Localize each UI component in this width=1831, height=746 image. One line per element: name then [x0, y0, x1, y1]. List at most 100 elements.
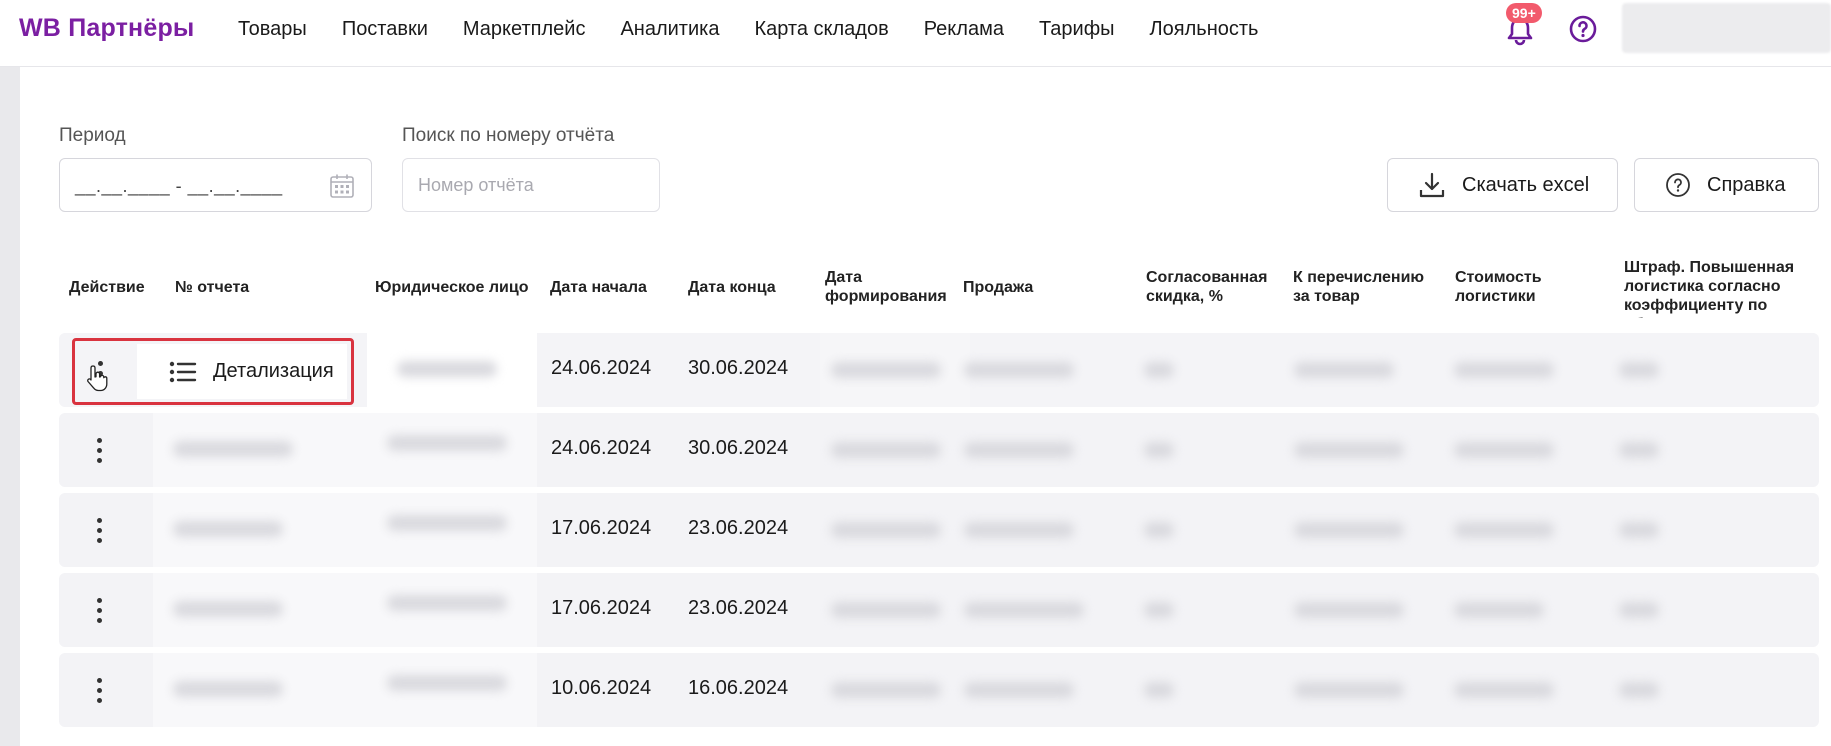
col-header-end-date[interactable]: Дата конца — [688, 278, 776, 297]
end-date: 30.06.2024 — [688, 437, 789, 459]
row-actions-menu-icon[interactable] — [87, 670, 111, 710]
col-header-start-date[interactable]: Дата начала — [550, 278, 647, 297]
row-action-popup-highlight: Детализация — [72, 338, 354, 405]
start-date: 17.06.2024 — [551, 517, 652, 539]
blurred-value — [1144, 682, 1174, 698]
nav-item-tariffs[interactable]: Тарифы — [1039, 18, 1115, 41]
col-header-action: Действие — [69, 279, 145, 296]
calendar-icon[interactable] — [329, 173, 355, 199]
download-excel-label: Скачать excel — [1462, 173, 1590, 196]
blurred-value — [831, 602, 941, 618]
legal-entity-cell — [367, 333, 537, 407]
blurred-value — [831, 362, 941, 378]
question-icon — [1666, 173, 1690, 197]
legal-entity-cell — [367, 493, 537, 567]
table-row[interactable]: 17.06.2024 23.06.2024 — [59, 573, 1819, 647]
top-navigation-bar: WB Партнёры Товары Поставки Маркетплейс … — [0, 0, 1831, 67]
list-icon — [169, 361, 197, 382]
nav-item-analytics[interactable]: Аналитика — [620, 18, 719, 41]
blurred-value — [831, 442, 941, 458]
report-number-input[interactable] — [403, 159, 659, 211]
blurred-value — [1454, 362, 1554, 378]
nav-item-supplies[interactable]: Поставки — [342, 18, 428, 41]
table-row[interactable]: 17.06.2024 23.06.2024 — [59, 493, 1819, 567]
row-actions-menu-icon[interactable] — [87, 590, 111, 630]
blurred-value — [173, 601, 283, 617]
blurred-value — [1619, 522, 1659, 538]
blurred-value — [173, 521, 283, 537]
start-date: 10.06.2024 — [551, 677, 652, 699]
nav-item-marketplace[interactable]: Маркетплейс — [463, 18, 586, 41]
blurred-value — [1619, 362, 1659, 378]
detail-menu-label: Детализация — [213, 360, 334, 382]
blurred-value — [964, 362, 1074, 378]
report-number-cell — [153, 413, 367, 487]
row-actions-menu-icon[interactable] — [87, 430, 111, 470]
blurred-value — [1454, 442, 1554, 458]
blurred-value — [1454, 682, 1554, 698]
table-row[interactable]: 10.06.2024 16.06.2024 — [59, 653, 1819, 727]
blurred-value — [1454, 602, 1544, 618]
report-number-cell — [153, 493, 367, 567]
blurred-value — [831, 682, 941, 698]
blurred-value — [387, 435, 507, 451]
end-date: 23.06.2024 — [688, 517, 789, 539]
nav-item-loyalty[interactable]: Лояльность — [1150, 18, 1259, 41]
col-header-report-number[interactable]: № отчета — [175, 278, 249, 297]
search-label: Поиск по номеру отчёта — [402, 125, 615, 146]
col-header-sales[interactable]: Продажа — [963, 278, 1033, 297]
help-icon[interactable] — [1568, 14, 1598, 44]
col-header-payout[interactable]: К перечислению за товар — [1293, 268, 1433, 306]
end-date: 16.06.2024 — [688, 677, 789, 699]
blurred-value — [1619, 602, 1659, 618]
blurred-value — [1294, 522, 1404, 538]
blurred-value — [1144, 442, 1174, 458]
blurred-value — [1454, 522, 1554, 538]
blurred-value — [1144, 602, 1174, 618]
notification-badge: 99+ — [1506, 3, 1542, 23]
report-number-search — [402, 158, 660, 212]
start-date: 24.06.2024 — [551, 357, 652, 379]
download-icon — [1419, 172, 1445, 198]
blurred-value — [173, 441, 293, 457]
blurred-value — [387, 595, 507, 611]
col-header-logistics-cost[interactable]: Стоимость логистики — [1455, 268, 1555, 306]
legal-entity-cell — [367, 653, 537, 727]
blurred-value — [387, 675, 507, 691]
nav-item-advertising[interactable]: Реклама — [924, 18, 1004, 41]
col-header-penalty[interactable]: Штраф. Повышенная логистика согласно коэ… — [1624, 258, 1831, 318]
nav-item-warehouse-map[interactable]: Карта складов — [754, 18, 888, 41]
legal-entity-cell — [367, 413, 537, 487]
end-date: 30.06.2024 — [688, 357, 789, 379]
table-row[interactable]: 24.06.2024 30.06.2024 — [59, 413, 1819, 487]
blurred-value — [964, 442, 1074, 458]
nav-item-products[interactable]: Товары — [238, 18, 307, 41]
download-excel-button[interactable]: Скачать excel — [1387, 158, 1618, 212]
legal-entity-cell — [367, 573, 537, 647]
blurred-value — [1144, 522, 1174, 538]
period-label: Период — [59, 125, 126, 146]
blurred-value — [1294, 362, 1394, 378]
col-header-legal-entity[interactable]: Юридическое лицо — [375, 278, 529, 297]
blurred-value — [831, 522, 941, 538]
col-header-creation-date[interactable]: Дата формирования — [825, 268, 947, 306]
start-date: 17.06.2024 — [551, 597, 652, 619]
blurred-value — [1294, 442, 1404, 458]
main-nav: Товары Поставки Маркетплейс Аналитика Ка… — [238, 18, 1293, 41]
user-profile-blurred[interactable] — [1622, 3, 1831, 53]
col-header-discount[interactable]: Согласованная скидка, % — [1146, 268, 1271, 306]
help-label: Справка — [1707, 173, 1786, 196]
blurred-value — [1294, 602, 1404, 618]
start-date: 24.06.2024 — [551, 437, 652, 459]
detail-menu-item[interactable]: Детализация — [137, 344, 347, 399]
row-actions-menu-icon[interactable] — [87, 510, 111, 550]
blurred-value — [387, 515, 507, 531]
report-number-cell — [153, 573, 367, 647]
hand-cursor-icon — [87, 365, 108, 392]
blurred-value — [964, 522, 1074, 538]
help-button[interactable]: Справка — [1634, 158, 1819, 212]
period-date-range-input[interactable]: __.__.____ - __.__.____ — [59, 158, 372, 212]
blurred-value — [964, 682, 1074, 698]
brand-logo[interactable]: WB Партнёры — [19, 14, 194, 43]
blurred-value — [1294, 682, 1404, 698]
